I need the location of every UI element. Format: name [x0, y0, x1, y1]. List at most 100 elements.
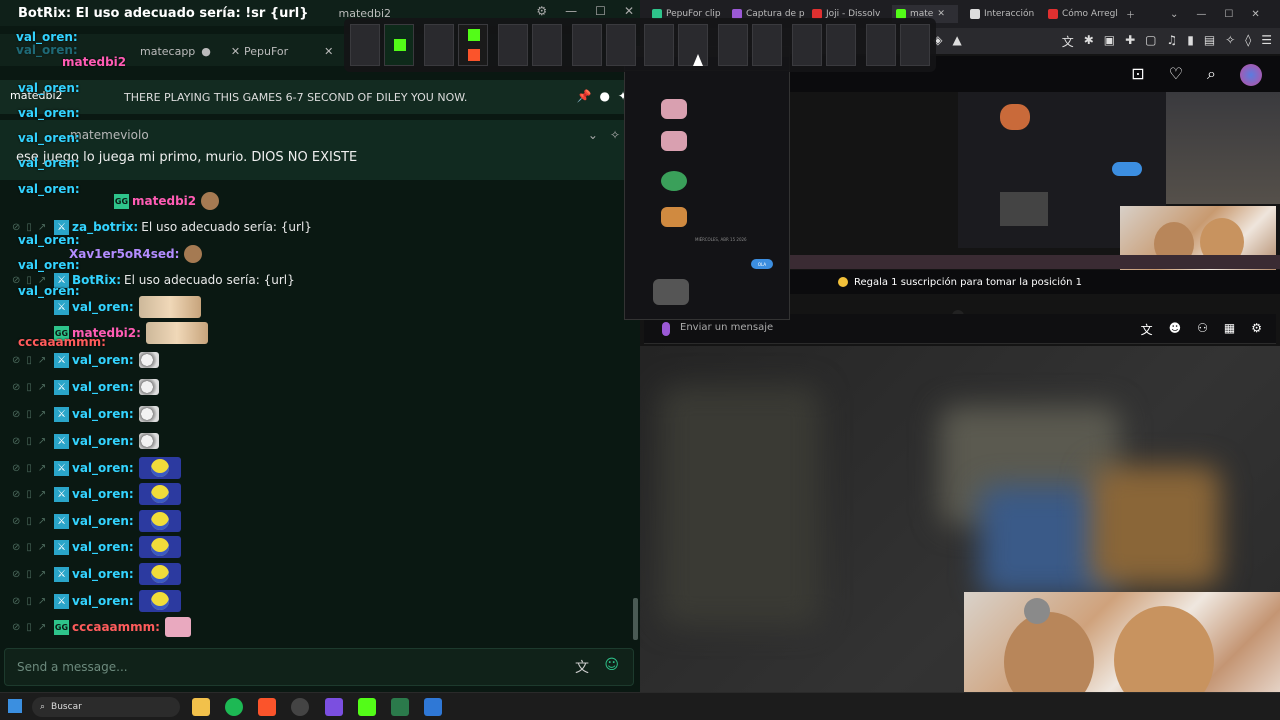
ban-icon[interactable]: ↗: [38, 222, 46, 233]
settings-icon[interactable]: ⚙: [1251, 321, 1262, 338]
snipping-tool-icon[interactable]: [424, 698, 442, 716]
switcher-thumb[interactable]: [350, 24, 380, 66]
timeout-icon[interactable]: ⊘: [12, 542, 20, 553]
chat-username[interactable]: val_oren:: [72, 461, 134, 475]
switcher-thumb[interactable]: [532, 24, 562, 66]
close-tab-icon[interactable]: ✕: [937, 9, 945, 19]
mic-icon[interactable]: [662, 322, 670, 336]
switcher-thumb[interactable]: [792, 24, 822, 66]
pin-icon[interactable]: ✧: [610, 128, 620, 142]
spotify-icon[interactable]: [225, 698, 243, 716]
chat-username[interactable]: val_oren:: [72, 380, 134, 394]
translate-icon[interactable]: 文: [1141, 321, 1153, 338]
maximize-icon[interactable]: ☐: [595, 4, 606, 18]
timeout-icon[interactable]: ⊘: [12, 489, 20, 500]
switcher-thumb[interactable]: [718, 24, 748, 66]
close-tab-icon[interactable]: ✕: [324, 45, 333, 58]
ban-icon[interactable]: ↗: [38, 436, 46, 447]
switcher-thumb[interactable]: [498, 24, 528, 66]
minimize-icon[interactable]: —: [1196, 9, 1206, 20]
delete-icon[interactable]: ▯: [26, 409, 32, 420]
delete-icon[interactable]: ▯: [26, 542, 32, 553]
chat-username[interactable]: matedbi2:: [72, 326, 141, 340]
close-icon[interactable]: ✕: [624, 4, 634, 18]
chat-username[interactable]: val_oren:: [72, 540, 134, 554]
emoji-icon[interactable]: ☻: [1169, 321, 1182, 338]
obs-icon[interactable]: [291, 698, 309, 716]
chat-username[interactable]: val_oren:: [72, 567, 134, 581]
chat-username[interactable]: matedbi2: [132, 194, 196, 208]
delete-icon[interactable]: ▯: [26, 622, 32, 633]
kick-icon[interactable]: [358, 698, 376, 716]
screenshot-icon[interactable]: ▢: [1145, 33, 1156, 50]
delete-icon[interactable]: ▯: [26, 275, 32, 286]
users-icon[interactable]: ⚇: [1197, 321, 1208, 338]
ban-icon[interactable]: ↗: [38, 542, 46, 553]
avatar[interactable]: [1240, 64, 1262, 86]
ban-icon[interactable]: ↗: [38, 569, 46, 580]
chevron-down-icon[interactable]: ⌄: [1170, 9, 1178, 20]
chat-username[interactable]: za_botrix:: [72, 220, 138, 234]
timeout-icon[interactable]: ⊘: [12, 569, 20, 580]
switcher-thumb[interactable]: [866, 24, 896, 66]
botrix-icon[interactable]: [391, 698, 409, 716]
app-icon[interactable]: [325, 698, 343, 716]
menu-icon[interactable]: ☰: [1261, 33, 1272, 50]
delete-icon[interactable]: ▯: [26, 222, 32, 233]
pin-icon[interactable]: 📌: [577, 89, 592, 103]
chat-username[interactable]: val_oren:: [72, 594, 134, 608]
extension-icon[interactable]: ▣: [1104, 33, 1115, 50]
chat-username[interactable]: val_oren:: [72, 434, 134, 448]
timeout-icon[interactable]: ⊘: [12, 463, 20, 474]
close-icon[interactable]: ✕: [1251, 9, 1259, 20]
translate-icon[interactable]: 文: [575, 657, 589, 677]
chat-scrollbar[interactable]: [633, 598, 638, 640]
switcher-thumb[interactable]: [752, 24, 782, 66]
switcher-thumb[interactable]: [458, 24, 488, 66]
switcher-thumb[interactable]: [572, 24, 602, 66]
switcher-thumb[interactable]: [644, 24, 674, 66]
leo-icon[interactable]: ✧: [1225, 33, 1235, 50]
delete-icon[interactable]: ▯: [26, 516, 32, 527]
wallet-icon[interactable]: ▤: [1204, 33, 1215, 50]
ban-icon[interactable]: ↗: [38, 355, 46, 366]
timeout-icon[interactable]: ⊘: [12, 355, 20, 366]
delete-icon[interactable]: ▯: [26, 596, 32, 607]
store-icon[interactable]: ⊡: [1131, 64, 1144, 86]
close-tab-icon[interactable]: ✕: [231, 45, 240, 58]
user-icon[interactable]: ●: [599, 89, 609, 103]
translate-icon[interactable]: 文: [1062, 33, 1074, 50]
timeout-icon[interactable]: ⊘: [12, 382, 20, 393]
taskbar-search[interactable]: ⌕ Buscar: [32, 697, 180, 717]
chat-username[interactable]: val_oren:: [72, 353, 134, 367]
ban-icon[interactable]: ↗: [38, 516, 46, 527]
chevron-down-icon[interactable]: ⌄: [588, 128, 598, 142]
chat-username[interactable]: BotRix:: [72, 273, 121, 287]
ban-icon[interactable]: ↗: [38, 275, 46, 286]
sidebar-icon[interactable]: ▮: [1187, 33, 1194, 50]
chat-username[interactable]: cccaaammm:: [72, 620, 160, 634]
chat-username[interactable]: val_oren:: [72, 487, 134, 501]
tab-matecapp[interactable]: matecapp ● ✕: [140, 40, 240, 62]
rewards-icon[interactable]: ▲: [952, 33, 961, 50]
timeout-icon[interactable]: ⊘: [12, 222, 20, 233]
ban-icon[interactable]: ↗: [38, 463, 46, 474]
delete-icon[interactable]: ▯: [26, 489, 32, 500]
star-icon[interactable]: ✱: [1084, 33, 1094, 50]
chat-input[interactable]: Send a message... 文 ☺: [4, 648, 634, 686]
vpn-icon[interactable]: ◊: [1245, 33, 1251, 50]
brave-icon[interactable]: [258, 698, 276, 716]
ban-icon[interactable]: ↗: [38, 409, 46, 420]
delete-icon[interactable]: ▯: [26, 463, 32, 474]
timeout-icon[interactable]: ⊘: [12, 409, 20, 420]
switcher-thumb[interactable]: [900, 24, 930, 66]
search-icon[interactable]: ⌕: [1207, 64, 1216, 86]
chat-username[interactable]: val_oren:: [72, 514, 134, 528]
file-explorer-icon[interactable]: [192, 698, 210, 716]
chat-username[interactable]: val_oren:: [72, 407, 134, 421]
switcher-thumb[interactable]: [424, 24, 454, 66]
browser-tab[interactable]: Interacción: [970, 5, 1040, 23]
windows-start-icon[interactable]: [8, 699, 22, 713]
delete-icon[interactable]: ▯: [26, 382, 32, 393]
switcher-thumb[interactable]: [606, 24, 636, 66]
